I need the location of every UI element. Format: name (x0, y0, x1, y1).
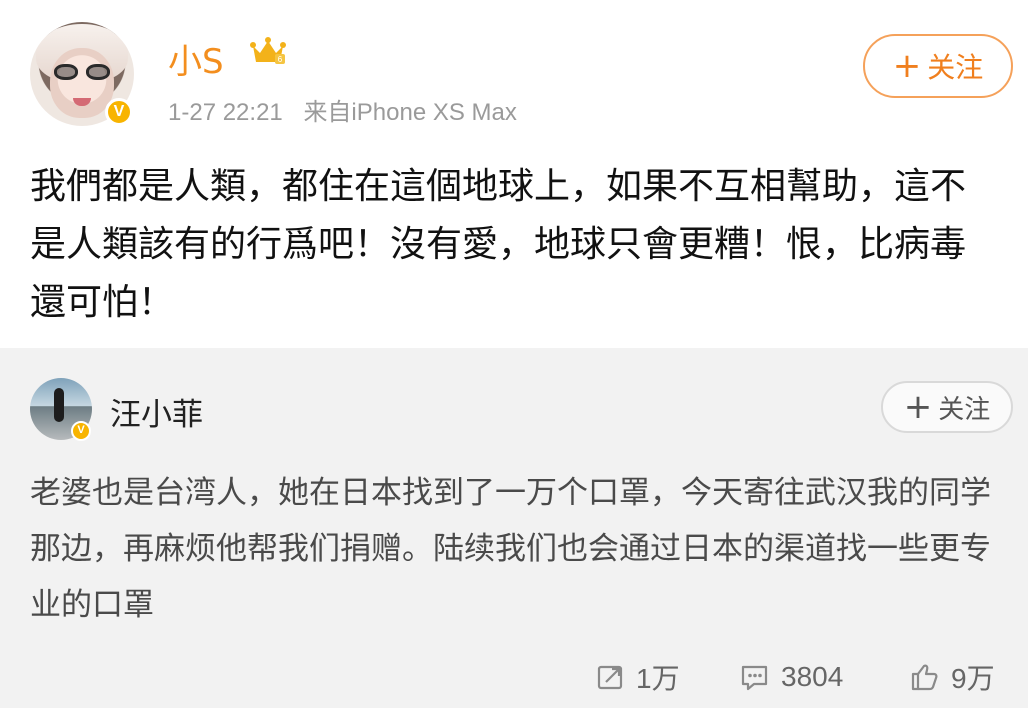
comment-icon (741, 665, 768, 691)
retweet-follow-label: 关注 (938, 394, 991, 425)
follow-button-label: 关注 (927, 51, 984, 84)
post-meta: 1-27 22:21 来自iPhone XS Max (168, 92, 517, 127)
thumbs-up-icon (911, 664, 938, 691)
post-text: 我們都是人類，都住在這個地球上，如果不互相幫助，這不是人類該有的行爲吧！沒有愛，… (30, 166, 967, 323)
avatar-glasses-left (54, 64, 78, 80)
avatar-person (54, 388, 64, 422)
post-timestamp: 1-27 22:21 (168, 99, 283, 126)
post-source: 来自iPhone XS Max (303, 99, 517, 126)
verified-badge-icon: V (105, 98, 133, 126)
retweet-text: 老婆也是台湾人，她在日本找到了一万个口罩，今天寄往武汉我的同学那边，再麻烦他帮我… (30, 475, 991, 623)
retweet-author-name[interactable]: 汪小菲 (110, 389, 203, 434)
comment-button[interactable]: 3804 (739, 656, 843, 698)
retweet-follow-button[interactable]: + 关注 (881, 381, 1013, 433)
like-button[interactable]: 9万 (909, 656, 995, 698)
repost-button[interactable]: 1万 (596, 656, 680, 698)
repost-icon (597, 665, 623, 690)
repost-count: 1万 (636, 663, 680, 694)
action-bar: 1万 3804 9万 (596, 656, 1016, 698)
comment-count: 3804 (781, 661, 844, 692)
avatar-glasses-right (86, 64, 110, 80)
like-count: 9万 (951, 663, 995, 694)
verified-badge-icon: V (71, 421, 91, 441)
svg-text:6: 6 (278, 55, 283, 64)
plus-icon: + (892, 46, 922, 86)
follow-button[interactable]: + 关注 (863, 34, 1013, 98)
crown-vip-icon: 6 (250, 37, 286, 64)
plus-icon: + (903, 387, 933, 427)
avatar-face (50, 48, 114, 118)
author-name[interactable]: 小S (168, 34, 224, 83)
